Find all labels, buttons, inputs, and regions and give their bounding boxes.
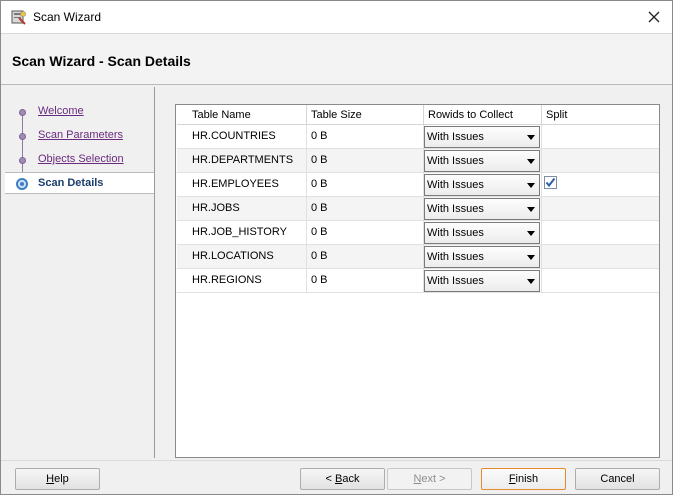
rowids-cell: With Issues [424, 125, 542, 149]
step-bullet-icon [19, 157, 26, 164]
nav-step-label[interactable]: Scan Parameters [38, 129, 123, 141]
chevron-down-icon [527, 159, 535, 164]
split-cell[interactable] [542, 245, 659, 269]
table-size-cell: 0 B [307, 245, 424, 269]
nav-step-label: Scan Details [38, 177, 104, 189]
split-cell[interactable] [542, 221, 659, 245]
nav-step-label[interactable]: Welcome [38, 105, 84, 117]
split-cell[interactable] [542, 197, 659, 221]
cancel-button[interactable]: Cancel [575, 468, 660, 490]
rowids-dropdown[interactable]: With Issues [424, 198, 540, 220]
back-button[interactable]: < Back [300, 468, 385, 490]
rowids-dropdown-value: With Issues [427, 275, 484, 287]
nav-step-label[interactable]: Objects Selection [38, 153, 124, 165]
finish-label: inish [515, 473, 539, 485]
rowids-cell: With Issues [424, 149, 542, 173]
next-label: ext > [421, 473, 446, 485]
chevron-down-icon [527, 255, 535, 260]
next-button[interactable]: Next > [387, 468, 472, 490]
column-header-table-size[interactable]: Table Size [307, 105, 424, 125]
table-name-cell: HR.COUNTRIES [176, 125, 307, 149]
rowids-dropdown[interactable]: With Issues [424, 222, 540, 244]
rowids-cell: With Issues [424, 269, 542, 293]
page-title: Scan Wizard - Scan Details [12, 53, 191, 69]
nav-step-scan-parameters[interactable]: Scan Parameters [5, 125, 154, 147]
help-button[interactable]: Help [15, 468, 100, 490]
help-label: elp [54, 473, 69, 485]
help-mnemonic: H [46, 473, 55, 485]
window-title: Scan Wizard [33, 10, 102, 24]
table-size-cell: 0 B [307, 269, 424, 293]
split-cell[interactable] [542, 125, 659, 149]
rowids-dropdown[interactable]: With Issues [424, 150, 540, 172]
table-row[interactable]: HR.REGIONS 0 B With Issues [176, 269, 659, 293]
finish-mnemonic: F [508, 473, 516, 485]
rowids-dropdown-value: With Issues [427, 203, 484, 215]
rowids-dropdown-value: With Issues [427, 155, 484, 167]
table-row[interactable]: HR.DEPARTMENTS 0 B With Issues [176, 149, 659, 173]
wizard-app-icon [11, 9, 27, 25]
wizard-header: Scan Wizard - Scan Details [1, 33, 672, 85]
table-name-cell: HR.EMPLOYEES [176, 173, 307, 197]
finish-button[interactable]: Finish [481, 468, 566, 490]
table-size-cell: 0 B [307, 149, 424, 173]
scan-details-table: Table Name Table Size Rowids to Collect … [176, 105, 659, 293]
column-header-table-name[interactable]: Table Name [176, 105, 307, 125]
rowids-dropdown-value: With Issues [427, 179, 484, 191]
scan-details-panel: Table Name Table Size Rowids to Collect … [175, 104, 660, 458]
checkmark-icon [545, 177, 556, 188]
table-row[interactable]: HR.EMPLOYEES 0 B With Issues [176, 173, 659, 197]
rowids-dropdown[interactable]: With Issues [424, 126, 540, 148]
table-name-cell: HR.DEPARTMENTS [176, 149, 307, 173]
rowids-dropdown[interactable]: With Issues [424, 174, 540, 196]
table-name-cell: HR.LOCATIONS [176, 245, 307, 269]
nav-step-scan-details[interactable]: Scan Details [5, 172, 154, 194]
rowids-dropdown-value: With Issues [427, 251, 484, 263]
table-row[interactable]: HR.JOB_HISTORY 0 B With Issues [176, 221, 659, 245]
split-cell[interactable] [542, 149, 659, 173]
rowids-cell: With Issues [424, 173, 542, 197]
current-step-icon [16, 178, 28, 190]
chevron-down-icon [527, 183, 535, 188]
column-header-split[interactable]: Split [542, 105, 659, 125]
nav-step-welcome[interactable]: Welcome [5, 101, 154, 123]
nav-step-objects-selection[interactable]: Objects Selection [5, 149, 154, 171]
step-bullet-icon [19, 133, 26, 140]
table-name-cell: HR.REGIONS [176, 269, 307, 293]
close-icon[interactable] [644, 7, 664, 27]
chevron-down-icon [527, 279, 535, 284]
rowids-dropdown[interactable]: With Issues [424, 246, 540, 268]
chevron-down-icon [527, 231, 535, 236]
footer-divider [1, 460, 672, 461]
rowids-dropdown-value: With Issues [427, 227, 484, 239]
split-checkbox[interactable] [544, 176, 557, 189]
split-cell [542, 173, 659, 197]
scan-wizard-window: Scan Wizard Scan Wizard - Scan Details W… [0, 0, 673, 495]
wizard-steps-nav: Welcome Scan Parameters Objects Selectio… [5, 87, 155, 458]
chevron-down-icon [527, 135, 535, 140]
step-bullet-icon [19, 109, 26, 116]
rowids-cell: With Issues [424, 221, 542, 245]
chevron-down-icon [527, 207, 535, 212]
back-prefix: < [325, 473, 335, 485]
table-row[interactable]: HR.COUNTRIES 0 B With Issues [176, 125, 659, 149]
back-label: ack [342, 473, 360, 485]
table-row[interactable]: HR.JOBS 0 B With Issues [176, 197, 659, 221]
table-size-cell: 0 B [307, 197, 424, 221]
rowids-dropdown[interactable]: With Issues [424, 270, 540, 292]
table-header: Table Name Table Size Rowids to Collect … [176, 105, 659, 125]
column-header-rowids[interactable]: Rowids to Collect [424, 105, 542, 125]
table-size-cell: 0 B [307, 221, 424, 245]
table-row[interactable]: HR.LOCATIONS 0 B With Issues [176, 245, 659, 269]
table-name-cell: HR.JOBS [176, 197, 307, 221]
table-name-cell: HR.JOB_HISTORY [176, 221, 307, 245]
rowids-cell: With Issues [424, 245, 542, 269]
rowids-cell: With Issues [424, 197, 542, 221]
title-bar: Scan Wizard [1, 1, 672, 33]
split-cell[interactable] [542, 269, 659, 293]
table-size-cell: 0 B [307, 125, 424, 149]
cancel-label: Cancel [600, 473, 635, 485]
rowids-dropdown-value: With Issues [427, 131, 484, 143]
table-size-cell: 0 B [307, 173, 424, 197]
